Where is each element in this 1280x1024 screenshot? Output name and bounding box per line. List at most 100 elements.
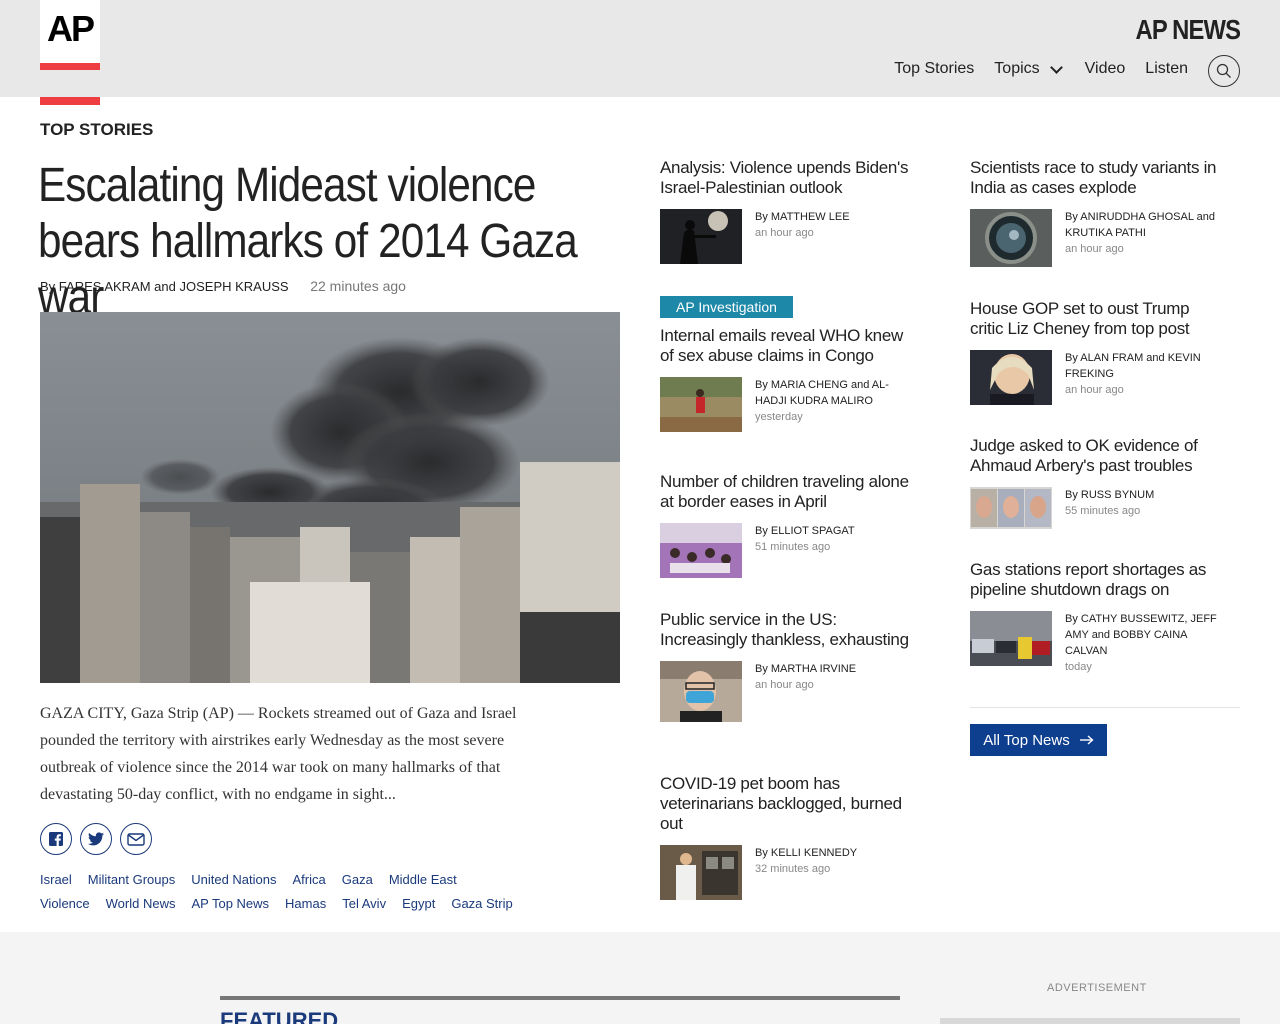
story-thumbnail[interactable] [970, 487, 1052, 542]
tag-row: Israel Militant Groups United Nations Afric… [40, 872, 600, 888]
story-title[interactable]: Number of children traveling alone at bo… [660, 472, 910, 512]
story-timestamp: today [1065, 661, 1092, 673]
nav-top-stories[interactable]: Top Stories [894, 60, 974, 78]
story-title[interactable]: Public service in the US: Increasingly t… [660, 610, 910, 650]
story-thumbnail[interactable] [970, 350, 1052, 405]
nav-label: Topics [994, 60, 1040, 77]
story-byline: By MARIA CHENG and AL-HADJI KUDRA MALIRO [755, 379, 889, 407]
story-card[interactable]: Scientists race to study variants in Ind… [970, 158, 1220, 267]
story-card[interactable]: AP Investigation Internal emails reveal … [660, 296, 910, 432]
main-story-summary: GAZA CITY, Gaza Strip (AP) — Rockets str… [40, 705, 517, 803]
lower-section: FEATURED ADVERTISEMENT [0, 932, 1280, 1024]
topic-tag[interactable]: Africa [293, 872, 326, 888]
topic-tag[interactable]: Middle East [389, 872, 457, 888]
mugshots-photo [970, 487, 1052, 529]
liz-cheney-photo [970, 350, 1052, 405]
story-byline: By CATHY BUSSEWITZ, JEFF AMY and BOBBY C… [1065, 613, 1217, 657]
topic-tag[interactable]: Gaza Strip [451, 896, 512, 912]
nav-label: Top Stories [894, 60, 975, 77]
arrow-right-icon [1079, 735, 1094, 745]
author-link[interactable]: JOSEPH KRAUSS [180, 279, 289, 294]
story-timestamp: yesterday [755, 411, 803, 423]
main-story-title[interactable]: Escalating Mideast violence bears hallma… [38, 158, 619, 326]
all-top-news-button[interactable]: All Top News [970, 724, 1107, 756]
story-title[interactable]: Internal emails reveal WHO knew of sex a… [660, 326, 910, 366]
masked-teacher-photo [660, 661, 742, 722]
share-email-button[interactable] [120, 823, 152, 855]
main-nav: Top Stories Topics Video Listen [894, 60, 1188, 78]
twitter-icon [88, 832, 104, 846]
story-byline: By ALAN FRAM and KEVIN FREKING [1065, 352, 1201, 380]
story-title[interactable]: House GOP set to oust Trump critic Liz C… [970, 299, 1220, 339]
main-story-byline: By FARES AKRAM and JOSEPH KRAUSS 22 minu… [40, 278, 406, 294]
story-thumbnail[interactable] [660, 523, 742, 578]
active-section-marker [40, 97, 100, 105]
story-timestamp: an hour ago [1065, 384, 1124, 396]
story-card[interactable]: House GOP set to oust Trump critic Liz C… [970, 299, 1220, 405]
search-button[interactable] [1208, 55, 1240, 87]
brand-name[interactable]: AP NEWS [1135, 14, 1241, 46]
email-icon [127, 832, 145, 846]
story-card[interactable]: Number of children traveling alone at bo… [660, 472, 910, 578]
topic-tag[interactable]: Tel Aviv [342, 896, 386, 912]
story-card[interactable]: COVID-19 pet boom has veterinarians back… [660, 774, 910, 900]
share-facebook-button[interactable] [40, 823, 72, 855]
topic-tag[interactable]: United Nations [191, 872, 276, 888]
button-label: All Top News [983, 731, 1070, 749]
topic-tag[interactable]: Hamas [285, 896, 326, 912]
story-timestamp: 51 minutes ago [755, 541, 831, 553]
story-title[interactable]: Judge asked to OK evidence of Ahmaud Arb… [970, 436, 1220, 476]
story-byline: By RUSS BYNUM [1065, 489, 1155, 501]
story-byline: By MATTHEW LEE [755, 211, 850, 223]
story-title[interactable]: COVID-19 pet boom has veterinarians back… [660, 774, 910, 834]
facebook-icon [49, 832, 63, 846]
smoke-over-city-photo [40, 312, 620, 683]
advertisement-label: ADVERTISEMENT [1047, 982, 1147, 994]
logo-text: AP [46, 8, 95, 49]
tag-row: Violence World News AP Top News Hamas Tel Av… [40, 896, 600, 912]
story-title[interactable]: Gas stations report shortages as pipelin… [970, 560, 1220, 600]
topic-tag[interactable]: World News [106, 896, 176, 912]
story-thumbnail[interactable] [970, 611, 1052, 666]
story-byline: By MARTHA IRVINE [755, 663, 857, 675]
nav-video[interactable]: Video [1085, 60, 1126, 78]
nav-listen[interactable]: Listen [1145, 60, 1188, 78]
advertisement-slot[interactable] [940, 1018, 1240, 1024]
story-title[interactable]: Analysis: Violence upends Biden's Israel… [660, 158, 910, 198]
main-story-image[interactable] [40, 312, 620, 683]
story-timestamp: 55 minutes ago [1065, 505, 1141, 517]
story-card[interactable]: Analysis: Violence upends Biden's Israel… [660, 158, 910, 264]
ap-investigation-badge[interactable]: AP Investigation [660, 296, 793, 318]
topic-tag[interactable]: Israel [40, 872, 72, 888]
topic-tag[interactable]: Violence [40, 896, 90, 912]
gas-station-cars-photo [970, 611, 1052, 666]
share-twitter-button[interactable] [80, 823, 112, 855]
story-byline: By KELLI KENNEDY [755, 847, 858, 859]
featured-heading: FEATURED [220, 1008, 339, 1024]
story-timestamp: 22 minutes ago [310, 278, 406, 294]
topic-tag[interactable]: Militant Groups [88, 872, 175, 888]
ap-logo[interactable]: AP [40, 0, 100, 70]
veterinarian-photo [660, 845, 742, 900]
topic-tag[interactable]: Egypt [402, 896, 435, 912]
section-label: TOP STORIES [40, 120, 154, 139]
topic-tag[interactable]: AP Top News [191, 896, 269, 912]
story-timestamp: an hour ago [755, 227, 814, 239]
story-timestamp: 32 minutes ago [755, 863, 831, 875]
story-thumbnail[interactable] [660, 377, 742, 432]
story-timestamp: an hour ago [1065, 243, 1124, 255]
story-thumbnail[interactable] [970, 209, 1052, 267]
story-title[interactable]: Scientists race to study variants in Ind… [970, 158, 1220, 198]
story-card[interactable]: Judge asked to OK evidence of Ahmaud Arb… [970, 436, 1220, 542]
share-buttons [40, 823, 152, 855]
topic-tag[interactable]: Gaza [342, 872, 373, 888]
story-thumbnail[interactable] [660, 209, 742, 264]
story-card[interactable]: Public service in the US: Increasingly t… [660, 610, 910, 722]
story-card[interactable]: Gas stations report shortages as pipelin… [970, 560, 1220, 675]
author-link[interactable]: FARES AKRAM [59, 279, 151, 294]
lab-microscope-photo [970, 209, 1052, 267]
soldier-silhouette-photo [660, 209, 742, 264]
story-thumbnail[interactable] [660, 845, 742, 900]
nav-topics[interactable]: Topics [994, 60, 1064, 78]
story-thumbnail[interactable] [660, 661, 742, 722]
